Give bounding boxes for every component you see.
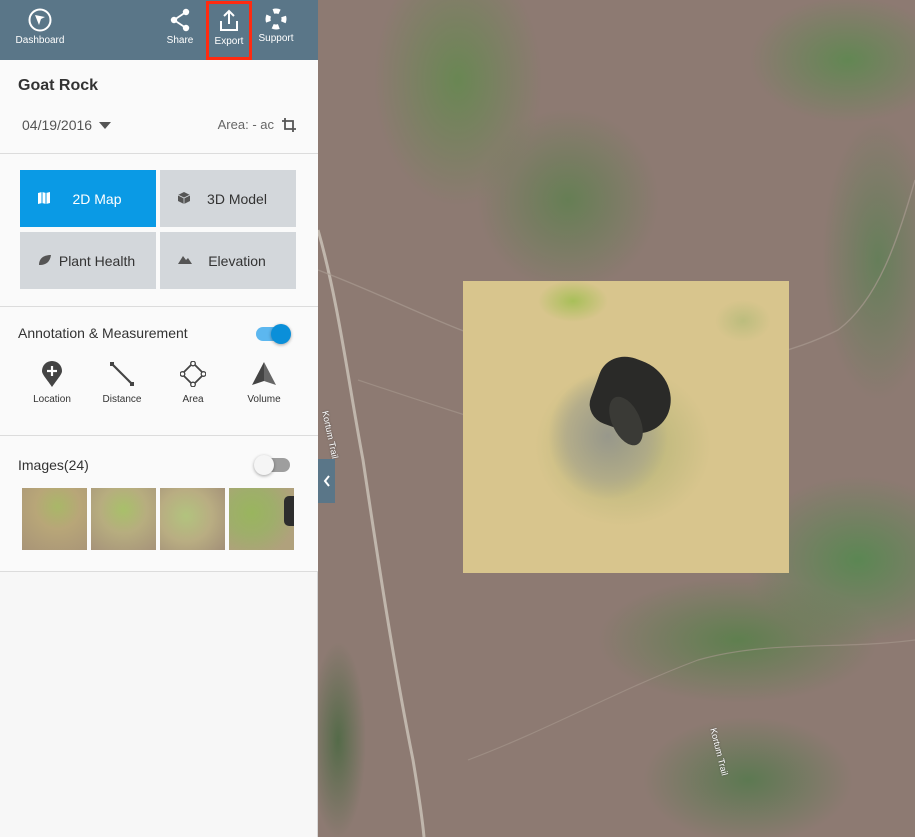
dashboard-compass-icon [28, 8, 52, 32]
project-header: Goat Rock 04/19/2016 Area: - ac [0, 60, 318, 154]
dashboard-label: Dashboard [15, 35, 65, 46]
date-dropdown[interactable]: 04/19/2016 [22, 117, 112, 133]
support-lifebuoy-icon [265, 8, 287, 30]
area-tool-label: Area [182, 394, 204, 405]
volume-tool-button[interactable]: Volume [234, 361, 294, 405]
map-icon [38, 192, 50, 204]
mountain-icon [178, 256, 192, 264]
distance-tool-button[interactable]: Distance [92, 361, 152, 405]
toggle-knob [271, 324, 291, 344]
dashboard-button[interactable]: Dashboard [8, 0, 72, 60]
images-toggle[interactable] [254, 455, 290, 475]
view-mode-selector: 2D Map 3D Model Plant Health Elevation [0, 154, 318, 307]
view-elevation-button[interactable]: Elevation [160, 232, 296, 289]
image-thumbnail[interactable] [22, 488, 87, 550]
area-readout: Area: - ac [218, 117, 296, 132]
volume-pyramid-icon [252, 362, 276, 385]
distance-line-icon [110, 362, 134, 386]
view-3d-model-button[interactable]: 3D Model [160, 170, 296, 227]
share-icon [170, 8, 190, 32]
volume-tool-label: Volume [247, 394, 281, 405]
date-value: 04/19/2016 [22, 117, 93, 133]
image-thumbnail[interactable] [229, 488, 294, 550]
view-3d-model-label: 3D Model [207, 190, 267, 207]
location-tool-button[interactable]: Location [22, 361, 82, 405]
image-thumbnail[interactable] [91, 488, 156, 550]
images-section: Images(24) [0, 436, 318, 572]
support-label: Support [258, 33, 294, 44]
chevron-left-icon [323, 475, 330, 487]
images-title: Images(24) [18, 457, 89, 473]
area-tool-button[interactable]: Area [163, 361, 223, 405]
view-plant-health-button[interactable]: Plant Health [20, 232, 156, 289]
location-pin-plus-icon [42, 361, 62, 387]
area-label: Area: - ac [217, 117, 274, 132]
sidebar: Dashboard Share Export Support Goat Rock… [0, 0, 318, 837]
image-thumbnail[interactable] [160, 488, 225, 550]
collapse-sidebar-button[interactable] [318, 459, 335, 503]
leaf-icon [39, 255, 51, 265]
top-toolbar: Dashboard Share Export Support [0, 0, 318, 60]
export-upload-icon [220, 9, 238, 31]
share-button[interactable]: Share [160, 0, 200, 60]
location-tool-label: Location [33, 394, 71, 405]
view-2d-map-button[interactable]: 2D Map [20, 170, 156, 227]
view-2d-map-label: 2D Map [72, 190, 122, 207]
support-button[interactable]: Support [254, 0, 298, 60]
export-button[interactable]: Export [206, 1, 252, 60]
area-polygon-icon [180, 361, 206, 387]
annotation-title: Annotation & Measurement [18, 325, 188, 341]
project-title: Goat Rock [18, 77, 99, 94]
export-label: Export [214, 36, 244, 47]
cube-icon [178, 192, 190, 204]
view-plant-health-label: Plant Health [58, 252, 136, 269]
crop-icon[interactable] [282, 117, 296, 132]
distance-tool-label: Distance [102, 394, 142, 405]
view-elevation-label: Elevation [208, 252, 266, 269]
caret-down-icon [99, 121, 112, 129]
annotation-section: Annotation & Measurement Location Distan… [0, 307, 318, 436]
annotation-toggle[interactable] [256, 324, 291, 344]
toggle-knob [254, 455, 274, 475]
share-label: Share [166, 35, 194, 46]
